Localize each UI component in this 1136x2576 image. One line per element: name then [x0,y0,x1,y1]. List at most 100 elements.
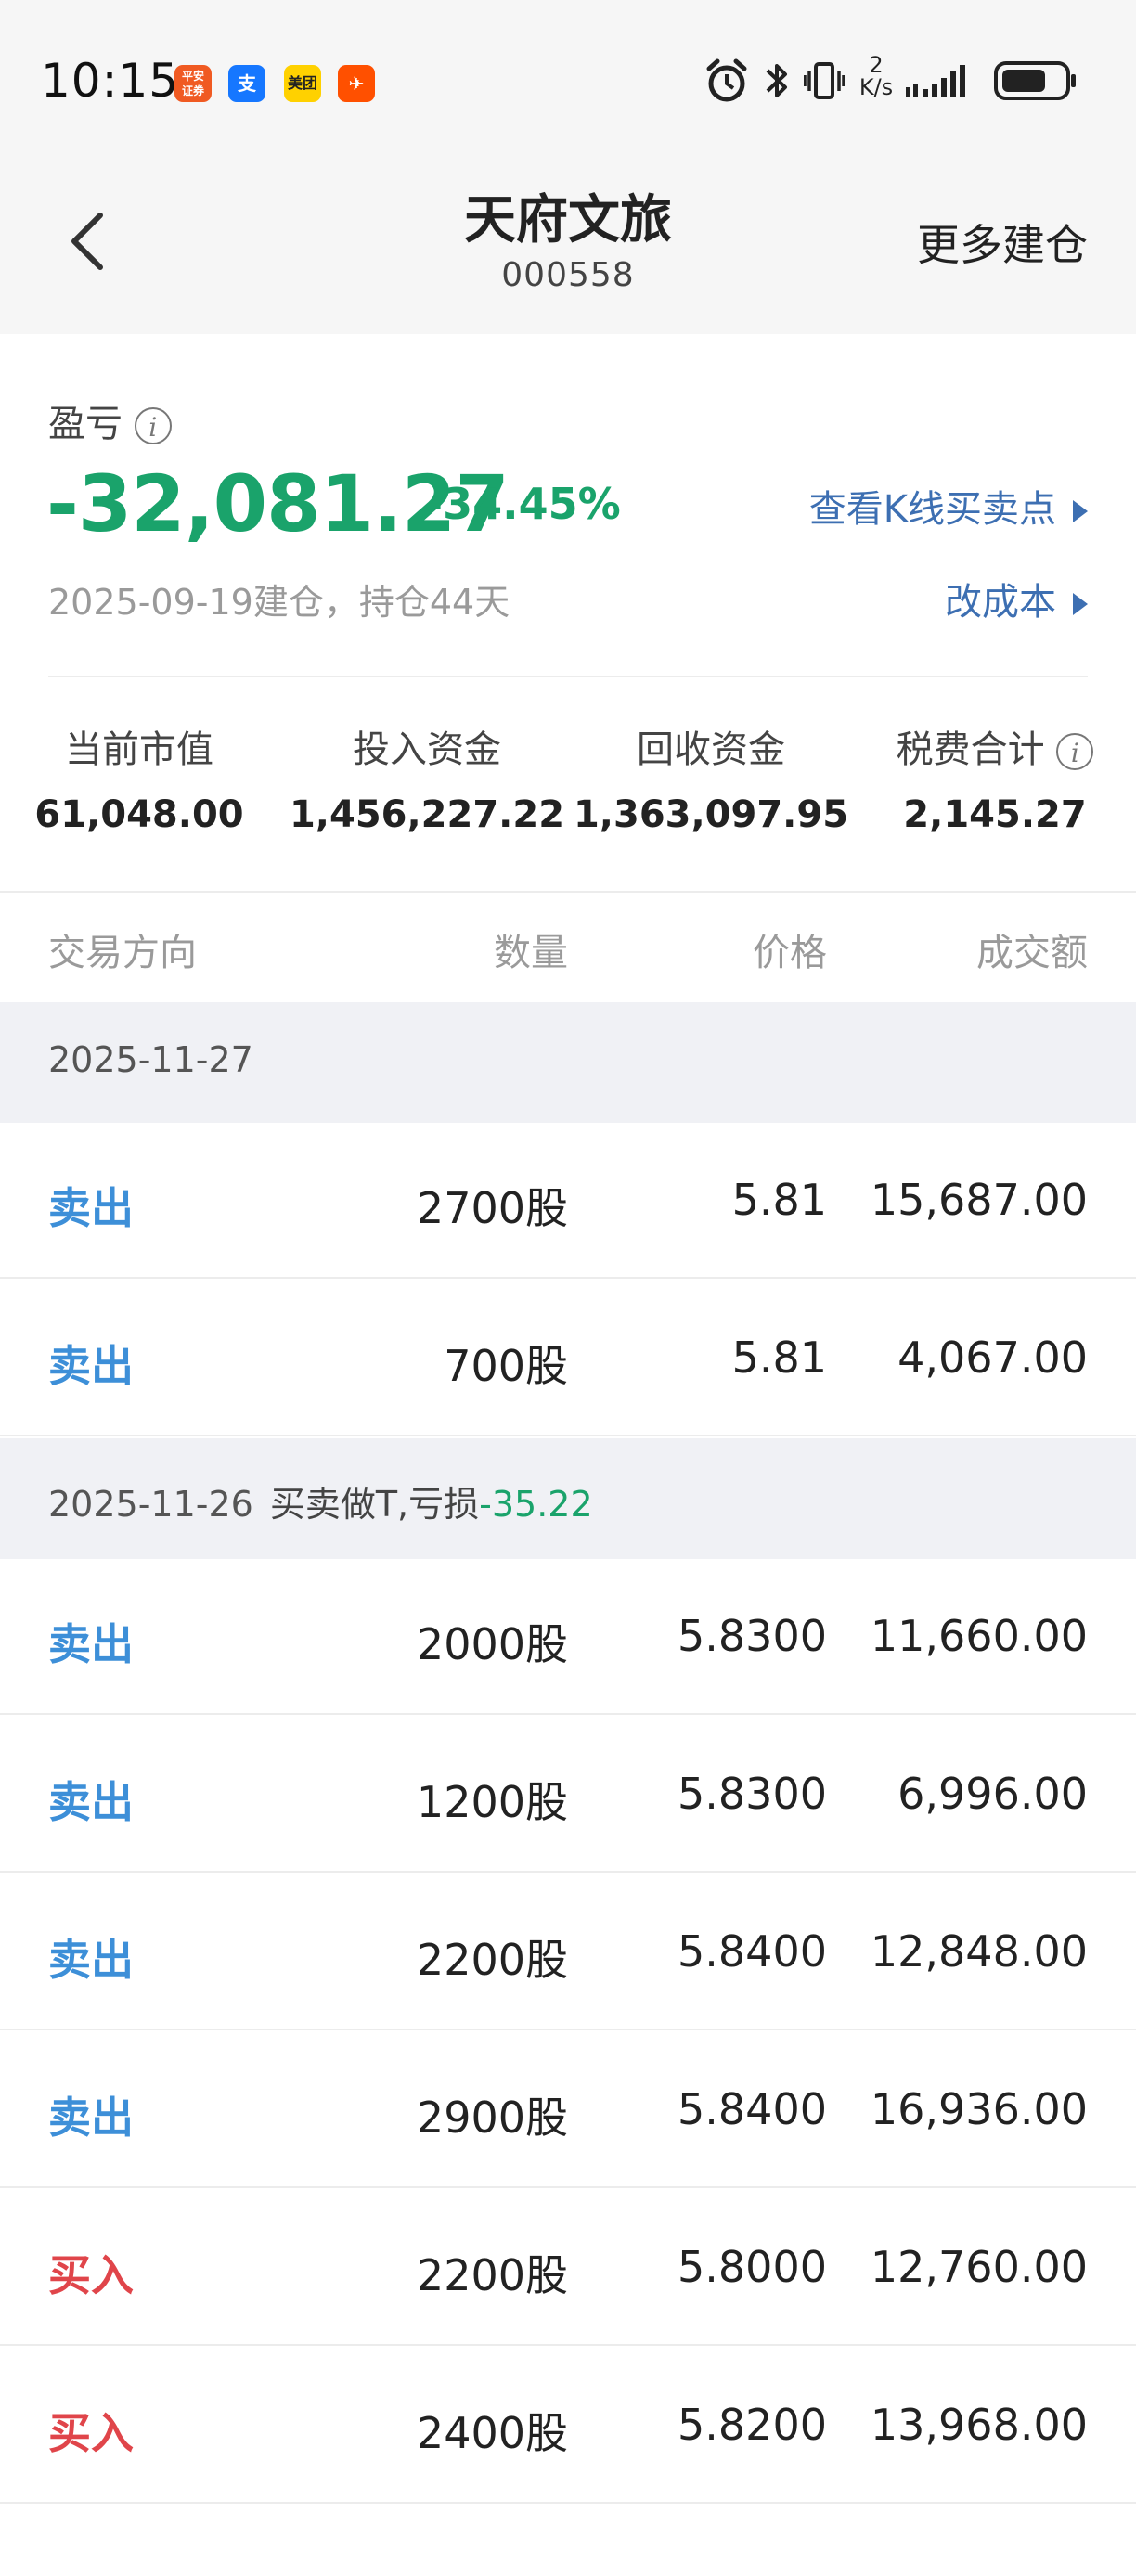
info-icon[interactable]: i [1056,733,1094,770]
group-date: 2025-11-26 [48,1484,253,1525]
row-divider [0,1277,1136,1279]
date-group-header: 2025-11-27 [0,1002,1136,1123]
view-kline-label: 查看K线买卖点 [808,488,1056,531]
triangle-right-icon [1073,500,1088,522]
table-row[interactable]: 卖出 1200股 5.8300 6,996.00 [0,1717,1136,1873]
trade-qty: 2200股 [416,1935,568,1985]
view-kline-link[interactable]: 查看K线买卖点 [809,479,1088,533]
trade-price: 5.8400 [678,1926,827,1977]
row-divider [0,1871,1136,1873]
edit-cost-link[interactable]: 改成本 [945,572,1088,625]
more-positions-button[interactable]: 更多建仓 [917,212,1088,273]
app-orange-icon: ✈ [338,65,375,102]
group-note: 买卖做T,亏损 [269,1484,480,1525]
date-group-header: 2025-11-26 买卖做T,亏损-35.22 [0,1438,1136,1559]
row-divider [0,2502,1136,2504]
row-divider [0,2029,1136,2030]
trade-amount: 4,067.00 [897,1333,1088,1383]
trade-amount: 15,687.00 [870,1175,1088,1225]
trade-direction: 卖出 [48,1777,134,1827]
row-divider [0,2186,1136,2188]
group-date: 2025-11-27 [48,1039,253,1080]
divider [0,891,1136,893]
table-row[interactable]: 卖出 2900股 5.8400 16,936.00 [0,2032,1136,2188]
pl-percent: -34.45% [425,479,621,529]
trade-direction: 卖出 [48,1619,134,1669]
trade-qty: 700股 [444,1341,568,1391]
stat-value: 1,456,227.22 [289,793,565,836]
stat-label: 税费合计 i [856,719,1134,773]
date-group-text: 2025-11-27 [48,1039,253,1080]
pl-label: 盈亏 [48,403,123,445]
net-speed-unit: K/s [858,74,894,100]
row-divider [0,2344,1136,2346]
trade-direction: 卖出 [48,1341,134,1391]
net-speed: 2 K/s [858,54,895,98]
col-header-qty: 数量 [494,932,568,974]
trade-qty: 2400股 [416,2408,568,2458]
trade-qty: 1200股 [416,1777,568,1827]
stat-value: 61,048.00 [34,793,244,836]
trade-direction: 卖出 [48,2093,134,2143]
meituan-icon: 美团 [284,65,321,102]
stats-row: 当前市值 61,048.00 投入资金 1,456,227.22 回收资金 1,… [0,719,1136,840]
signal-icon [906,65,965,97]
trade-qty: 2700股 [416,1183,568,1233]
trade-direction: 卖出 [48,1183,134,1233]
trade-price: 5.8400 [678,2084,827,2134]
col-header-amount: 成交额 [976,932,1088,974]
table-row[interactable]: 买入 2400股 5.8200 13,968.00 [0,2348,1136,2504]
trade-price: 5.8200 [678,2400,827,2450]
table-row[interactable]: 买入 2200股 5.8000 12,760.00 [0,2190,1136,2346]
stat-invested: 投入资金 1,456,227.22 [288,719,566,836]
trade-amount: 11,660.00 [870,1611,1088,1661]
stat-label: 投入资金 [353,728,501,771]
trade-price: 5.81 [731,1333,827,1383]
stat-label: 回收资金 [637,728,785,771]
battery-icon [994,61,1076,100]
trade-direction: 卖出 [48,1935,134,1985]
trade-qty: 2200股 [416,2250,568,2300]
stat-label-text: 税费合计 [896,728,1045,771]
group-loss: -35.22 [479,1484,593,1525]
trade-amount: 6,996.00 [897,1769,1088,1819]
pl-label-group: 盈亏 i [48,393,172,447]
pingan-securities-icon: 平安 证券 [174,65,212,102]
stat-value: 2,145.27 [903,793,1087,836]
col-header-direction: 交易方向 [48,932,197,974]
stat-market-value: 当前市值 61,048.00 [0,719,278,836]
edit-cost-label: 改成本 [945,581,1056,624]
trade-direction: 买入 [48,2408,134,2458]
stat-value: 1,363,097.95 [573,793,849,836]
trade-price: 5.81 [731,1175,827,1225]
trade-price: 5.8300 [678,1611,827,1661]
table-row[interactable]: 卖出 2000股 5.8300 11,660.00 [0,1559,1136,1715]
trade-amount: 16,936.00 [870,2084,1088,2134]
trade-amount: 13,968.00 [870,2400,1088,2450]
date-group-text: 2025-11-26 买卖做T,亏损-35.22 [48,1475,593,1526]
bluetooth-icon [766,64,787,97]
trade-price: 5.8300 [678,1769,827,1819]
trade-qty: 2900股 [416,2093,568,2143]
nav-header: 天府文旅 000558 更多建仓 [0,167,1136,334]
table-row[interactable]: 卖出 700股 5.81 4,067.00 [0,1281,1136,1436]
stat-fees: 税费合计 i 2,145.27 [856,719,1134,836]
row-divider [0,1435,1136,1436]
table-row[interactable]: 卖出 2200股 5.8400 12,848.00 [0,1874,1136,2030]
position-build-info: 2025-09-19建仓，持仓44天 [48,582,510,623]
table-row[interactable]: 卖出 2700股 5.81 15,687.00 [0,1123,1136,1279]
alipay-icon: 支 [228,65,265,102]
divider [48,676,1088,677]
col-header-price: 价格 [753,932,827,974]
stat-recovered: 回收资金 1,363,097.95 [572,719,850,836]
trade-qty: 2000股 [416,1619,568,1669]
trade-price: 5.8000 [678,2242,827,2292]
trade-direction: 买入 [48,2250,134,2300]
triangle-right-icon [1073,593,1088,615]
info-icon[interactable]: i [134,407,172,444]
alarm-icon [706,58,747,102]
status-time: 10:15 [41,54,180,108]
stat-label: 当前市值 [65,728,213,771]
status-bar: 10:15 平安 证券支美团 ✈ 2 K/s [0,0,1136,167]
trade-amount: 12,760.00 [870,2242,1088,2292]
